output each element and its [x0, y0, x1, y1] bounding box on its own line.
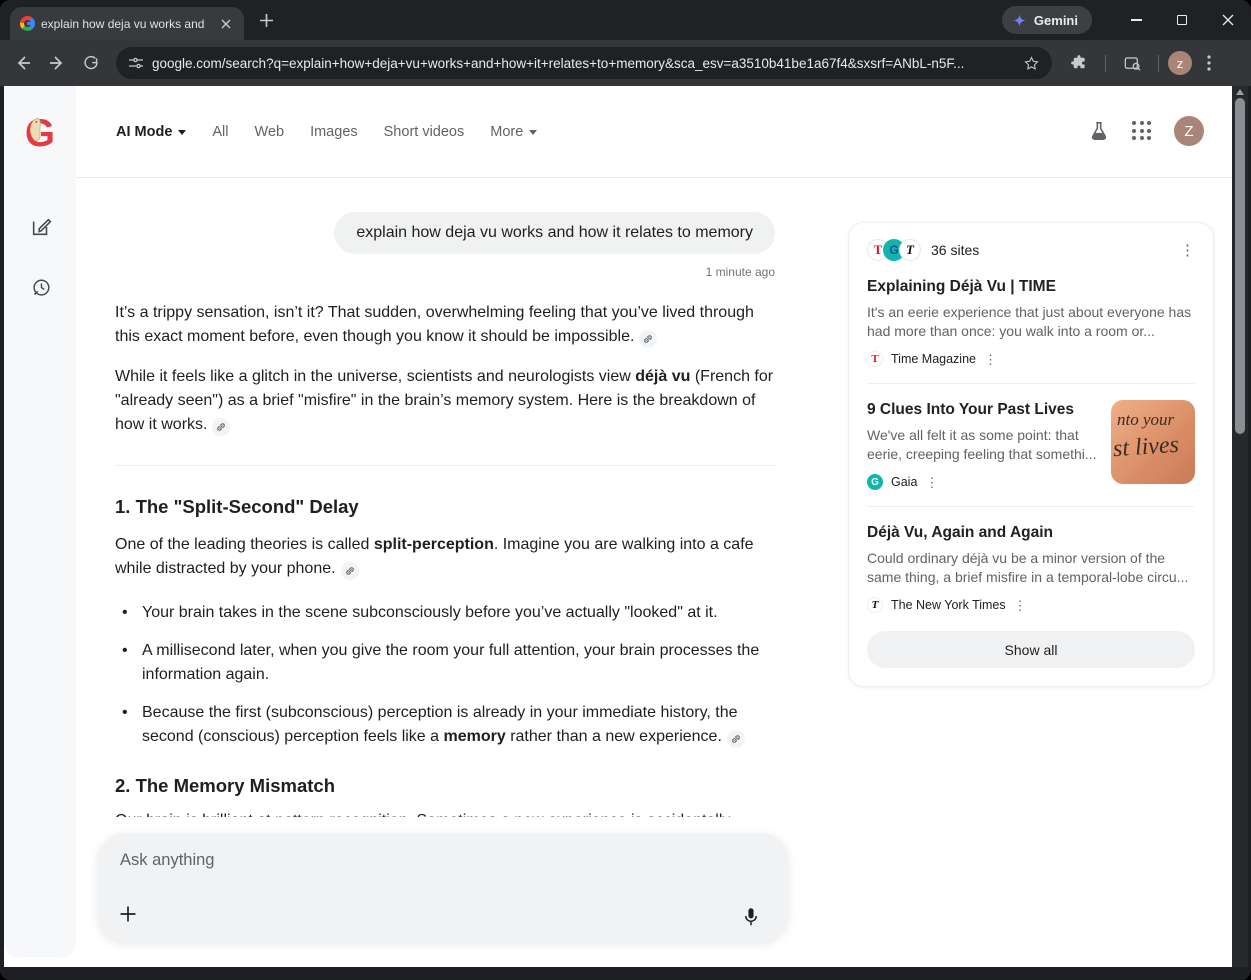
scrollbar-thumb[interactable]: [1235, 98, 1245, 434]
nyt-mini-favicon: T: [867, 597, 883, 613]
url-text: google.com/search?q=explain+how+deja+vu+…: [152, 56, 1015, 71]
tab-web[interactable]: Web: [255, 124, 285, 140]
address-bar[interactable]: google.com/search?q=explain+how+deja+vu+…: [116, 47, 1052, 79]
query-timestamp: 1 minute ago: [115, 265, 775, 279]
tab-title: explain how deja vu works and: [41, 17, 210, 31]
nyt-favicon: T: [899, 239, 921, 261]
page-header-icons: Z: [1088, 116, 1204, 146]
favicon-stack: T G T: [867, 239, 921, 261]
forward-button[interactable]: [40, 46, 74, 80]
ask-anything-box[interactable]: [98, 833, 788, 942]
page-scrollbar: [1232, 86, 1248, 967]
google-favicon-icon: [20, 16, 35, 31]
section-divider: [115, 465, 775, 466]
source-card[interactable]: Explaining Déjà Vu | TIME It's an eerie …: [867, 277, 1195, 367]
labs-flask-icon[interactable]: [1088, 120, 1110, 142]
refresh-button[interactable]: [74, 46, 108, 80]
clipped-paragraph: Our brain is brilliant at pattern recogn…: [115, 809, 775, 817]
tab-short-videos[interactable]: Short videos: [384, 124, 465, 140]
card-kebab-icon[interactable]: ⋮: [925, 476, 938, 489]
google-apps-grid-icon[interactable]: [1132, 121, 1152, 141]
history-icon[interactable]: [30, 277, 52, 299]
tab-all[interactable]: All: [212, 124, 228, 140]
source-card[interactable]: 9 Clues Into Your Past Lives We've all f…: [867, 400, 1195, 490]
maximize-button[interactable]: [1159, 0, 1205, 40]
extensions-icon[interactable]: [1062, 46, 1096, 80]
sites-count: 36 sites: [931, 242, 979, 258]
browser-tab[interactable]: explain how deja vu works and: [10, 7, 244, 40]
bullet-list: •Your brain takes in the scene subconsci…: [115, 601, 775, 749]
tab-more[interactable]: More: [490, 124, 537, 140]
account-avatar[interactable]: Z: [1174, 116, 1204, 146]
answer-paragraph: While it feels like a glitch in the univ…: [115, 365, 775, 437]
google-doodle-logo[interactable]: G: [18, 110, 62, 154]
chevron-down-icon: [178, 130, 186, 135]
time-mini-favicon: T: [867, 351, 883, 367]
show-all-button[interactable]: Show all: [867, 631, 1195, 668]
user-query-bubble[interactable]: explain how deja vu works and how it rel…: [334, 212, 775, 254]
reading-mode-icon[interactable]: [1115, 46, 1149, 80]
window-controls: [1113, 0, 1251, 40]
header-divider: [76, 177, 1232, 178]
citation-link-icon[interactable]: [341, 562, 359, 580]
scrollbar-up-arrow[interactable]: [1236, 89, 1244, 95]
section-heading: 2. The Memory Mismatch: [115, 775, 775, 797]
gemini-sparkle-icon: [1012, 13, 1027, 28]
toolbar-separator: [1105, 55, 1106, 72]
new-tab-button[interactable]: [258, 12, 275, 29]
tab-strip: explain how deja vu works and Gemini: [0, 0, 1251, 40]
tab-images[interactable]: Images: [310, 124, 358, 140]
citation-link-icon[interactable]: [212, 418, 230, 436]
list-item: •Because the first (subconscious) percep…: [115, 701, 775, 749]
gaia-mini-favicon: G: [867, 474, 883, 490]
tab-close-icon[interactable]: [218, 16, 234, 32]
list-item: •Your brain takes in the scene subconsci…: [115, 601, 775, 625]
back-button[interactable]: [6, 46, 40, 80]
left-rail: G: [4, 86, 76, 957]
gemini-button[interactable]: Gemini: [1002, 6, 1092, 34]
section-heading: 1. The "Split-Second" Delay: [115, 496, 775, 518]
bookmark-star-icon[interactable]: [1023, 55, 1040, 72]
source-card[interactable]: Déjà Vu, Again and Again Could ordinary …: [867, 523, 1195, 613]
site-settings-icon[interactable]: [128, 55, 144, 71]
ask-input[interactable]: [120, 851, 620, 870]
conversation: explain how deja vu works and how it rel…: [115, 212, 775, 817]
card-divider: [867, 506, 1195, 507]
card-kebab-icon[interactable]: ⋮: [984, 353, 997, 366]
card-kebab-icon[interactable]: ⋮: [1014, 599, 1027, 612]
microphone-icon[interactable]: [740, 906, 762, 928]
card-divider: [867, 383, 1195, 384]
toolbar-separator: [1158, 55, 1159, 72]
sources-header: T G T 36 sites ⋮: [867, 239, 1195, 261]
attach-plus-icon[interactable]: [118, 904, 140, 926]
answer-paragraph: It’s a trippy sensation, isn’t it? That …: [115, 301, 775, 349]
browser-toolbar: google.com/search?q=explain+how+deja+vu+…: [0, 40, 1251, 86]
citation-link-icon[interactable]: [727, 730, 745, 748]
list-item: •A millisecond later, when you give the …: [115, 639, 775, 687]
tab-ai-mode[interactable]: AI Mode: [116, 124, 186, 140]
minimize-button[interactable]: [1113, 0, 1159, 40]
close-button[interactable]: [1205, 0, 1251, 40]
panel-kebab-icon[interactable]: ⋮: [1180, 243, 1195, 258]
search-mode-tabs: AI Mode All Web Images Short videos More: [116, 124, 537, 140]
menu-kebab-icon[interactable]: [1196, 46, 1222, 80]
profile-avatar[interactable]: z: [1168, 51, 1192, 75]
answer-paragraph: One of the leading theories is called sp…: [115, 533, 775, 581]
chevron-down-icon: [529, 130, 537, 135]
citation-link-icon[interactable]: [639, 330, 657, 348]
toolbar-right: z: [1062, 46, 1222, 80]
article-thumbnail[interactable]: nto your st lives: [1111, 400, 1195, 484]
browser-window: explain how deja vu works and Gemini: [0, 0, 1251, 980]
page-content: G AI Mode All Web Images Short videos Mo…: [4, 86, 1232, 967]
new-chat-icon[interactable]: [30, 216, 52, 238]
sources-panel: T G T 36 sites ⋮ Explaining Déjà Vu | TI…: [848, 222, 1214, 687]
